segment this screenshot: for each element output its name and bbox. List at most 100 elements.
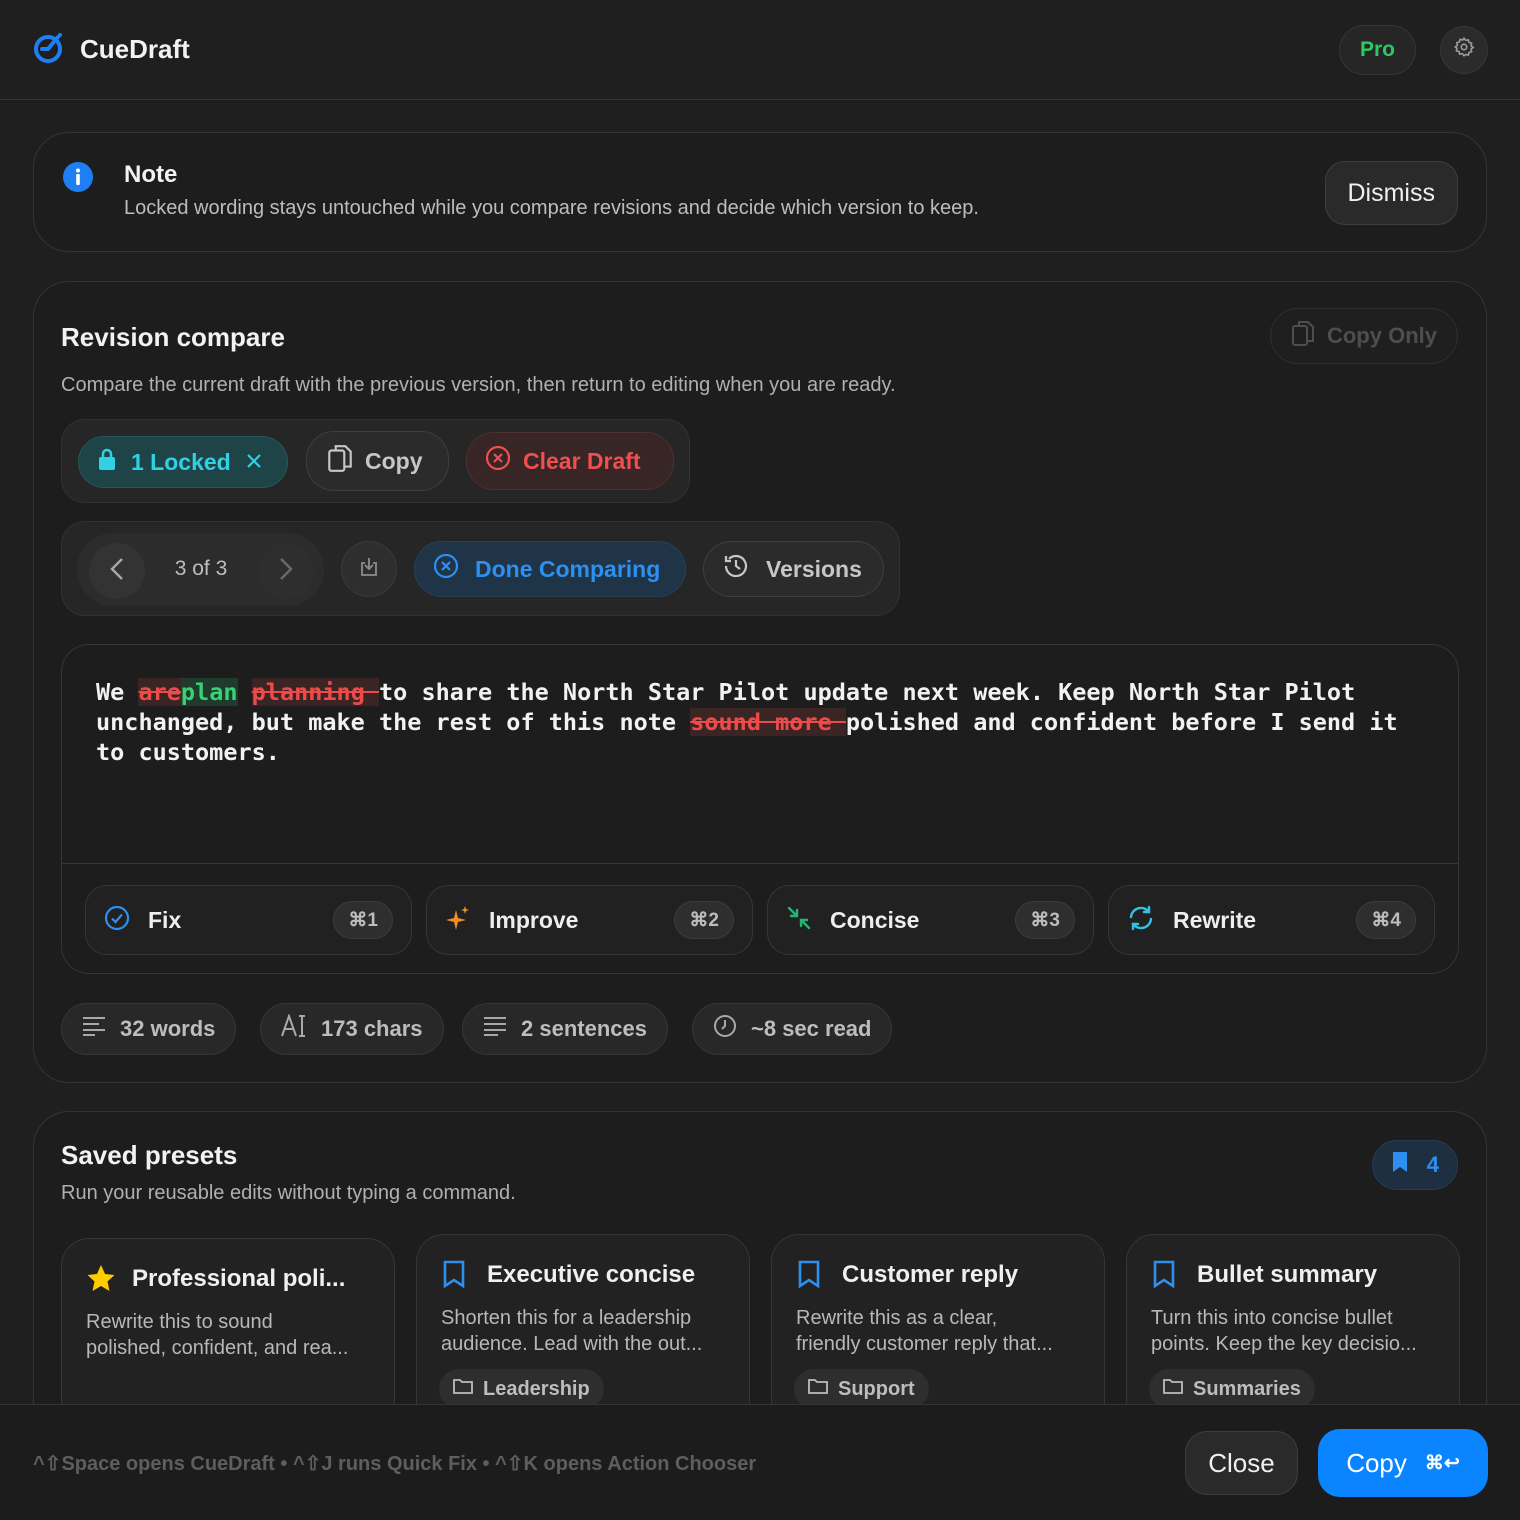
- settings-button[interactable]: [1440, 25, 1488, 74]
- char-count: 173 chars: [260, 1003, 444, 1055]
- divider: [62, 863, 1458, 864]
- download-icon: [358, 556, 380, 583]
- locked-chip[interactable]: 1 Locked: [78, 436, 288, 488]
- star-icon: [86, 1263, 116, 1298]
- copy-label: Copy: [365, 447, 423, 474]
- read-time-label: ~8 sec read: [751, 1016, 872, 1041]
- draft-text: [238, 678, 252, 706]
- lock-icon: [97, 447, 117, 477]
- copy-button[interactable]: Copy: [306, 431, 449, 491]
- preset-title: Bullet summary: [1197, 1261, 1378, 1288]
- revision-title: Revision compare: [61, 322, 285, 352]
- check-circle-icon: [104, 905, 130, 936]
- diff-text[interactable]: We areplan planning to share the North S…: [96, 677, 1426, 767]
- copy-primary-label: Copy: [1346, 1447, 1407, 1478]
- fix-action-button[interactable]: Fix ⌘1: [85, 885, 412, 955]
- copy-icon: [1291, 319, 1315, 353]
- done-comparing-button[interactable]: Done Comparing: [414, 541, 686, 597]
- note-banner: Note Locked wording stays untouched whil…: [33, 132, 1487, 252]
- improve-label: Improve: [489, 906, 579, 933]
- presets-count: 4: [1426, 1152, 1439, 1177]
- previous-revision-button[interactable]: [89, 543, 145, 599]
- char-count-label: 173 chars: [321, 1016, 423, 1041]
- sentence-count: 2 sentences: [462, 1003, 668, 1055]
- revision-subtitle: Compare the current draft with the previ…: [61, 374, 896, 396]
- rewrite-action-button[interactable]: Rewrite ⌘4: [1108, 885, 1435, 955]
- footer-bar: ^⇧Space opens CueDraft • ^⇧J runs Quick …: [0, 1404, 1520, 1520]
- x-circle-icon: [433, 553, 459, 585]
- preset-description: Shorten this for a leadership audience. …: [441, 1307, 703, 1355]
- revision-compare-card: Revision compare Compare the current dra…: [33, 281, 1487, 1083]
- clear-draft-button[interactable]: Clear Draft: [466, 432, 674, 490]
- concise-label: Concise: [830, 906, 920, 933]
- preset-title: Professional poli...: [132, 1265, 346, 1292]
- pro-badge[interactable]: Pro: [1338, 24, 1416, 75]
- preset-tag: Support: [794, 1369, 929, 1409]
- compress-arrows-icon: [786, 905, 812, 936]
- copy-only-button[interactable]: Copy Only: [1269, 308, 1458, 364]
- preset-description: Rewrite this to sound polished, confiden…: [86, 1311, 349, 1359]
- copy-only-label: Copy Only: [1326, 323, 1437, 348]
- refresh-icon: [1127, 904, 1155, 937]
- locked-label: 1 Locked: [131, 448, 231, 475]
- concise-action-button[interactable]: Concise ⌘3: [767, 885, 1094, 955]
- presets-count-badge[interactable]: 4: [1371, 1140, 1458, 1190]
- word-count: 32 words: [61, 1003, 237, 1055]
- preset-tag: Summaries: [1149, 1369, 1315, 1409]
- preset-title: Customer reply: [842, 1261, 1019, 1288]
- bookmark-icon: [1391, 1150, 1409, 1180]
- dismiss-button[interactable]: Dismiss: [1324, 161, 1458, 225]
- clock-icon: [713, 1014, 737, 1044]
- versions-button[interactable]: Versions: [703, 541, 884, 597]
- rewrite-shortcut: ⌘4: [1356, 901, 1416, 939]
- note-title: Note: [124, 161, 178, 188]
- keyboard-hints: ^⇧Space opens CueDraft • ^⇧J runs Quick …: [33, 1453, 757, 1475]
- history-icon: [722, 552, 750, 586]
- copy-shortcut: ⌘↩: [1424, 1452, 1460, 1474]
- bookmark-icon: [441, 1259, 467, 1294]
- next-revision-button[interactable]: [258, 543, 314, 599]
- bookmark-icon: [796, 1259, 822, 1294]
- copy-primary-button[interactable]: Copy ⌘↩: [1318, 1429, 1488, 1497]
- brand: CueDraft: [32, 30, 190, 69]
- app-name: CueDraft: [80, 34, 190, 64]
- draft-editor[interactable]: We areplan planning to share the North S…: [61, 644, 1459, 974]
- copy-icon: [327, 443, 353, 479]
- draft-toolbar: 1 Locked Copy Clear Draft: [61, 419, 690, 503]
- folder-icon: [1163, 1377, 1183, 1401]
- improve-action-button[interactable]: Improve ⌘2: [426, 885, 753, 955]
- draft-text: We: [96, 678, 139, 706]
- sparkle-icon: [445, 904, 471, 937]
- fix-label: Fix: [148, 906, 182, 933]
- clear-draft-label: Clear Draft: [523, 447, 641, 474]
- close-button[interactable]: Close: [1185, 1431, 1298, 1495]
- inserted-text: plan: [180, 678, 238, 706]
- apply-revision-button[interactable]: [341, 541, 397, 597]
- folder-icon: [808, 1377, 828, 1401]
- done-comparing-label: Done Comparing: [475, 555, 661, 582]
- presets-title: Saved presets: [61, 1140, 238, 1170]
- versions-label: Versions: [766, 555, 862, 582]
- preset-description: Turn this into concise bullet points. Ke…: [1151, 1307, 1417, 1355]
- chevron-left-icon: [110, 557, 124, 586]
- preset-description: Rewrite this as a clear, friendly custom…: [796, 1307, 1053, 1355]
- revision-position: 3 of 3: [174, 557, 228, 580]
- info-icon: [62, 161, 94, 198]
- presets-subtitle: Run your reusable edits without typing a…: [61, 1182, 516, 1204]
- sentence-count-label: 2 sentences: [521, 1016, 647, 1041]
- compare-toolbar: 3 of 3 Done Comparing Versions: [61, 521, 900, 616]
- bookmark-icon: [1151, 1259, 1177, 1294]
- preset-title: Executive concise: [487, 1261, 696, 1288]
- fix-shortcut: ⌘1: [333, 901, 393, 939]
- close-icon[interactable]: [245, 449, 263, 476]
- text-cursor-icon: [281, 1012, 307, 1044]
- note-text: Locked wording stays untouched while you…: [124, 197, 979, 219]
- read-time: ~8 sec read: [692, 1003, 893, 1055]
- chevron-right-icon: [279, 557, 293, 586]
- deleted-text: are: [138, 678, 181, 706]
- x-circle-icon: [485, 445, 511, 477]
- text-lines-icon: [483, 1016, 507, 1042]
- preset-tag: Leadership: [439, 1369, 604, 1409]
- deleted-text: sound more: [690, 708, 846, 736]
- improve-shortcut: ⌘2: [674, 901, 734, 939]
